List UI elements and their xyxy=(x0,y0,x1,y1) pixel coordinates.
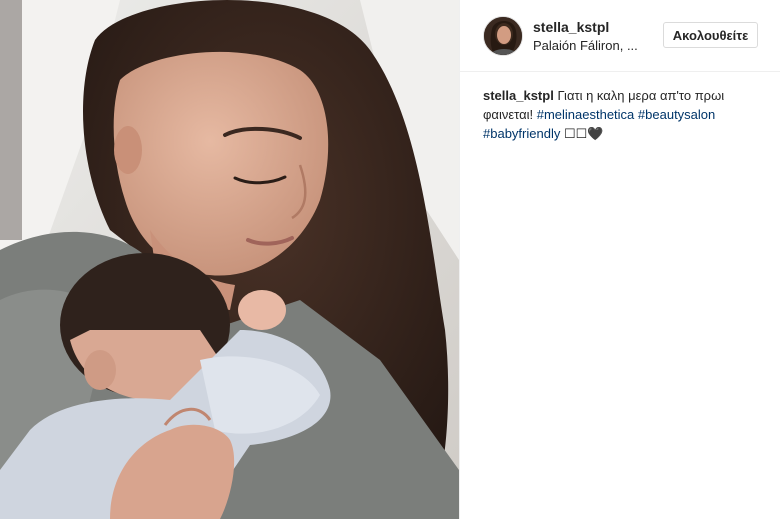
post-sidebar: stella_kstpl Palaión Fáliron, ... Ακολου… xyxy=(459,0,780,519)
avatar[interactable] xyxy=(483,16,523,56)
caption-emojis: ☐☐🖤 xyxy=(563,126,604,141)
caption-text-line2: φαινεται! xyxy=(483,107,534,122)
hashtag-link[interactable]: #babyfriendly xyxy=(483,126,560,141)
post-photo[interactable] xyxy=(0,0,459,519)
caption-text-line1: Γιατι η καλη μερα απ'το πρωι xyxy=(557,88,725,103)
photo-illustration xyxy=(0,0,459,519)
post-username[interactable]: stella_kstpl xyxy=(533,19,609,35)
hashtag-link[interactable]: #melinaesthetica xyxy=(537,107,635,122)
post-header: stella_kstpl Palaión Fáliron, ... Ακολου… xyxy=(460,0,780,72)
follow-button[interactable]: Ακολουθείτε xyxy=(663,22,758,48)
avatar-image xyxy=(484,17,522,55)
caption-username[interactable]: stella_kstpl xyxy=(483,88,554,103)
hashtag-link[interactable]: #beautysalon xyxy=(638,107,715,122)
post-location[interactable]: Palaión Fáliron, ... xyxy=(533,38,638,53)
post-caption: stella_kstpl Γιατι η καλη μερα απ'το πρω… xyxy=(483,86,768,143)
